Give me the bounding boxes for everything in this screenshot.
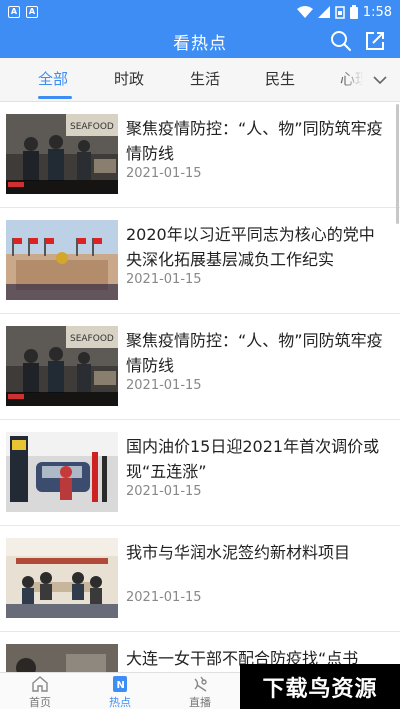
news-date: 2021-01-15 xyxy=(126,484,202,499)
news-date: 2021-01-15 xyxy=(126,378,202,393)
category-tabs: 全部 时政 生活 民生 心理 xyxy=(0,58,400,102)
nav-home[interactable]: 首页 xyxy=(10,675,70,709)
news-date: 2021-01-15 xyxy=(126,166,202,181)
news-title: 国内油价15日迎2021年首次调价或现“五连涨” xyxy=(126,437,380,481)
app-header: 看热点 xyxy=(0,24,400,58)
tab-life[interactable]: 生活 xyxy=(190,68,220,89)
news-thumbnail: SEAFOOD xyxy=(6,114,118,194)
a-icon: A xyxy=(26,6,38,18)
tab-politics[interactable]: 时政 xyxy=(114,68,144,89)
news-list: SEAFOOD 聚焦疫情防控：“人、物”同防筑牢疫情防线 2021-01-15 xyxy=(0,102,400,672)
battery-icon xyxy=(349,5,358,19)
news-item[interactable]: 我市与华润水泥签约新材料项目 2021-01-15 xyxy=(0,526,400,632)
signal-icon xyxy=(317,6,330,18)
status-time: 1:58 xyxy=(362,4,392,20)
tab-fade xyxy=(336,58,370,101)
news-thumbnail xyxy=(6,538,118,618)
wifi-icon xyxy=(296,6,313,18)
news-item[interactable]: 2020年以习近平同志为核心的党中央深化拓展基层减负工作纪实 2021-01-1… xyxy=(0,208,400,314)
news-title: 聚焦疫情防控：“人、物”同防筑牢疫情防线 xyxy=(126,119,383,163)
search-icon[interactable] xyxy=(330,30,352,52)
active-tab-indicator xyxy=(38,96,72,99)
news-title: 我市与华润水泥签约新材料项目 xyxy=(126,543,351,562)
news-title: 2020年以习近平同志为核心的党中央深化拓展基层减负工作纪实 xyxy=(126,225,375,269)
news-thumbnail xyxy=(6,220,118,300)
app-notification-icon: A xyxy=(8,6,20,18)
svg-text:SEAFOOD: SEAFOOD xyxy=(70,122,114,132)
news-date: 2021-01-15 xyxy=(126,272,202,287)
news-title: 聚焦疫情防控：“人、物”同防筑牢疫情防线 xyxy=(126,331,383,375)
nav-hot[interactable]: N 热点 xyxy=(90,675,150,709)
status-bar: A A 1:58 xyxy=(0,0,400,24)
news-icon: N xyxy=(113,676,127,692)
tab-all[interactable]: 全部 xyxy=(38,68,68,89)
home-icon xyxy=(32,676,48,692)
news-thumbnail: SEAFOOD xyxy=(6,326,118,406)
news-thumbnail xyxy=(6,644,118,672)
tab-livelihood[interactable]: 民生 xyxy=(265,68,295,89)
nav-live-label: 直播 xyxy=(189,696,211,709)
news-item[interactable]: SEAFOOD 聚焦疫情防控：“人、物”同防筑牢疫情防线 2021-01-15 xyxy=(0,102,400,208)
news-item[interactable]: SEAFOOD 聚焦疫情防控：“人、物”同防筑牢疫情防线 2021-01-15 xyxy=(0,314,400,420)
news-date: 2021-01-15 xyxy=(126,590,202,605)
nav-hot-label: 热点 xyxy=(109,696,131,709)
sim-icon xyxy=(335,5,345,19)
nav-live[interactable]: 直播 xyxy=(170,675,230,709)
news-item[interactable]: 国内油价15日迎2021年首次调价或现“五连涨” 2021-01-15 xyxy=(0,420,400,526)
chevron-down-icon[interactable] xyxy=(372,72,388,88)
nav-home-label: 首页 xyxy=(29,696,51,709)
svg-text:SEAFOOD: SEAFOOD xyxy=(70,334,114,344)
scrollbar[interactable] xyxy=(396,104,399,224)
live-icon xyxy=(194,676,207,692)
svg-text:N: N xyxy=(117,680,125,691)
share-icon[interactable] xyxy=(364,30,386,52)
news-thumbnail xyxy=(6,432,118,512)
watermark: 下载鸟资源 xyxy=(240,664,400,709)
